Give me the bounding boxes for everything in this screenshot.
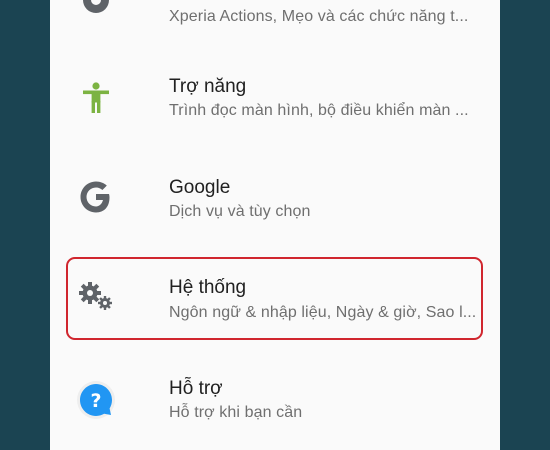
svg-text:?: ? <box>90 390 101 412</box>
settings-item-system[interactable]: Hệ thống Ngôn ngữ & nhập liệu, Ngày & gi… <box>50 271 500 351</box>
settings-item-subtitle: Trình đọc màn hình, bộ điều khiển màn ..… <box>169 102 469 119</box>
google-icon <box>76 177 116 217</box>
accessibility-icon <box>76 78 116 118</box>
gears-icon <box>76 276 116 316</box>
settings-item-title: Hệ thống <box>169 277 247 298</box>
help-icon: ? <box>76 380 116 420</box>
settings-item-subtitle: Xperia Actions, Mẹo và các chức năng t..… <box>169 8 469 25</box>
settings-item-accessibility[interactable]: Trợ năng Trình đọc màn hình, bộ điều khi… <box>50 68 500 148</box>
settings-item-subtitle: Hỗ trợ khi bạn cần <box>169 404 303 421</box>
xperia-icon <box>76 0 116 20</box>
settings-item-title: Google <box>169 177 231 198</box>
settings-item-subtitle: Dịch vụ và tùy chọn <box>169 203 311 220</box>
settings-item-xperia[interactable]: Xperia Actions, Mẹo và các chức năng t..… <box>50 0 500 48</box>
settings-item-title: Hỗ trợ <box>169 378 223 399</box>
settings-list: Xperia Actions, Mẹo và các chức năng t..… <box>50 0 500 450</box>
settings-item-subtitle: Ngôn ngữ & nhập liệu, Ngày & giờ, Sao l.… <box>169 304 477 321</box>
settings-item-help[interactable]: ? Hỗ trợ Hỗ trợ khi bạn cần <box>50 372 500 450</box>
settings-item-title: Trợ năng <box>169 76 247 97</box>
settings-item-google[interactable]: Google Dịch vụ và tùy chọn <box>50 170 500 250</box>
